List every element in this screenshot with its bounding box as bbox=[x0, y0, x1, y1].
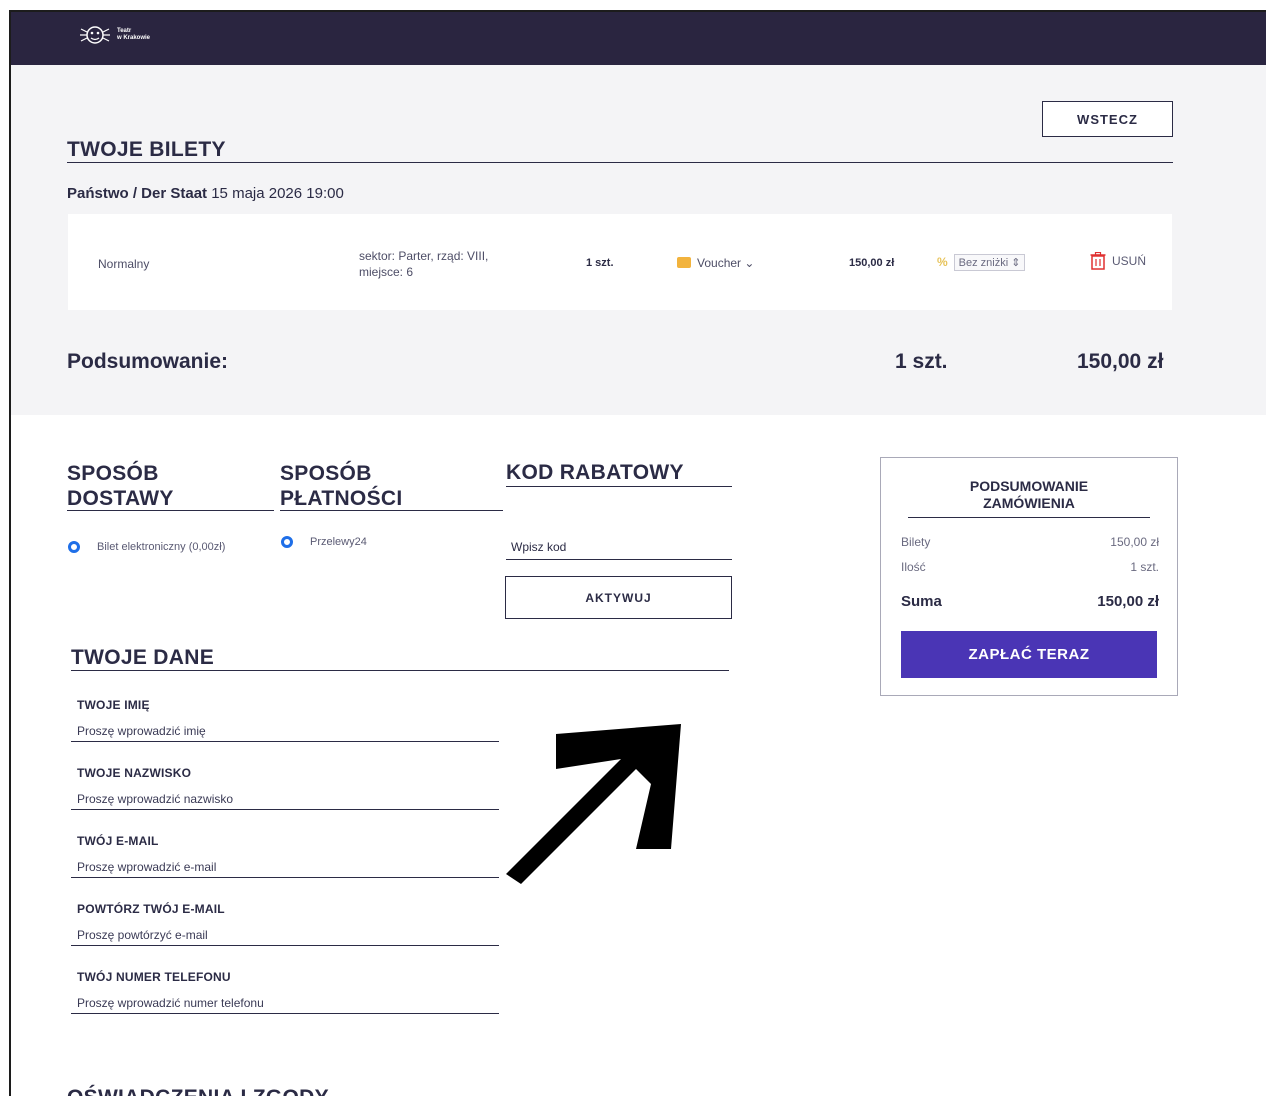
order-summary-title-line2: ZAMÓWIENIA bbox=[983, 495, 1075, 511]
logo-text: Teatr w Krakowie bbox=[117, 28, 151, 41]
your-data-title: TWOJE DANE bbox=[71, 646, 215, 669]
payment-title-line1: SPOSÓB bbox=[280, 462, 372, 485]
delivery-title-rule bbox=[67, 510, 274, 511]
payment-title-line2: PŁATNOŚCI bbox=[280, 487, 403, 510]
remove-ticket-button[interactable]: USUŃ bbox=[1090, 252, 1146, 270]
delivery-option-label: Bilet elektroniczny (0,00zł) bbox=[97, 541, 226, 553]
order-summary-title-line1: PODSUMOWANIE bbox=[969, 478, 1089, 494]
discount-icon: % bbox=[937, 255, 948, 269]
email-input[interactable] bbox=[71, 856, 499, 878]
discount-code-title: KOD RABATOWY bbox=[506, 461, 684, 484]
activate-code-button[interactable]: AKTYWUJ bbox=[505, 576, 732, 619]
first-name-input[interactable] bbox=[71, 720, 499, 742]
voucher-icon bbox=[677, 257, 691, 268]
order-summary-rule bbox=[908, 517, 1150, 518]
phone-label: TWÓJ NUMER TELEFONU bbox=[77, 970, 231, 984]
payment-option-label: Przelewy24 bbox=[310, 536, 367, 548]
discount-code-rule bbox=[506, 486, 732, 487]
delivery-title-line1: SPOSÓB bbox=[67, 462, 159, 485]
payment-title-rule bbox=[280, 510, 503, 511]
logo-mask-icon bbox=[80, 26, 110, 44]
order-sum-label: Suma bbox=[901, 593, 942, 610]
consents-title: OŚWIADCZENIA I ZGODY bbox=[67, 1086, 329, 1096]
discount-control: % Bez zniżki ⇕ bbox=[937, 254, 1026, 271]
first-name-label: TWOJE IMIĘ bbox=[77, 698, 150, 712]
order-sum-value: 150,00 zł bbox=[1097, 593, 1159, 610]
arrow-annotation-icon bbox=[506, 724, 681, 884]
ticket-price: 150,00 zł bbox=[849, 257, 895, 269]
page-frame: Teatr w Krakowie WSTECZ TWOJE BILETY Pań… bbox=[9, 10, 1266, 1096]
pay-now-button[interactable]: ZAPŁAĆ TERAZ bbox=[901, 631, 1157, 678]
order-qty-label: Ilość bbox=[901, 560, 926, 574]
remove-label: USUŃ bbox=[1112, 254, 1147, 268]
your-data-rule bbox=[71, 670, 729, 671]
order-tickets-label: Bilety bbox=[901, 535, 931, 549]
payment-radio-przelewy24[interactable] bbox=[281, 536, 293, 548]
discount-select[interactable]: Bez zniżki ⇕ bbox=[953, 254, 1026, 271]
order-summary-title: PODSUMOWANIE ZAMÓWIENIA bbox=[881, 478, 1177, 512]
phone-input[interactable] bbox=[71, 992, 499, 1014]
repeat-email-label: POWTÓRZ TWÓJ E-MAIL bbox=[77, 902, 225, 916]
last-name-label: TWOJE NAZWISKO bbox=[77, 766, 192, 780]
top-navbar: Teatr w Krakowie bbox=[11, 12, 1266, 65]
summary-total: 150,00 zł bbox=[1077, 350, 1164, 373]
event-info: Państwo / Der Staat 15 maja 2026 19:00 bbox=[67, 185, 344, 202]
repeat-email-input[interactable] bbox=[71, 924, 499, 946]
ticket-seat-line1: sektor: Parter, rząd: VIII, bbox=[359, 249, 489, 263]
order-tickets-value: 150,00 zł bbox=[1110, 535, 1159, 549]
delivery-title: SPOSÓB DOSTAWY bbox=[67, 461, 174, 511]
tickets-title: TWOJE BILETY bbox=[67, 138, 226, 161]
event-date: 15 maja 2026 19:00 bbox=[211, 185, 344, 202]
event-name: Państwo / Der Staat bbox=[67, 185, 208, 202]
summary-label: Podsumowanie: bbox=[67, 350, 229, 373]
discount-code-input[interactable] bbox=[506, 534, 732, 560]
email-label: TWÓJ E-MAIL bbox=[77, 834, 159, 848]
back-button[interactable]: WSTECZ bbox=[1042, 101, 1173, 137]
tickets-title-rule bbox=[67, 162, 1173, 163]
last-name-input[interactable] bbox=[71, 788, 499, 810]
order-qty-value: 1 szt. bbox=[1130, 560, 1159, 574]
trash-icon bbox=[1090, 252, 1106, 270]
ticket-seat-line2: miejsce: 6 bbox=[359, 265, 414, 279]
ticket-row: Normalny sektor: Parter, rząd: VIII, mie… bbox=[68, 214, 1172, 310]
delivery-title-line2: DOSTAWY bbox=[67, 487, 174, 510]
payment-title: SPOSÓB PŁATNOŚCI bbox=[280, 461, 402, 511]
voucher-dropdown[interactable]: Voucher ⌄ bbox=[677, 256, 754, 270]
theatre-logo[interactable]: Teatr w Krakowie bbox=[77, 20, 150, 50]
voucher-label: Voucher ⌄ bbox=[697, 256, 755, 270]
ticket-seat: sektor: Parter, rząd: VIII, miejsce: 6 bbox=[359, 248, 488, 280]
ticket-qty: 1 szt. bbox=[586, 257, 614, 269]
ticket-type: Normalny bbox=[98, 257, 150, 271]
summary-qty: 1 szt. bbox=[895, 350, 948, 373]
delivery-radio-electronic[interactable] bbox=[68, 541, 80, 553]
order-summary-box: PODSUMOWANIE ZAMÓWIENIA Bilety 150,00 zł… bbox=[880, 457, 1178, 696]
